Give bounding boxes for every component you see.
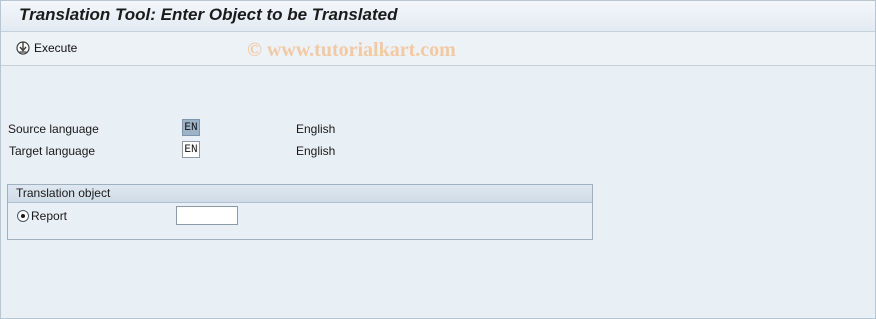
report-label: Report [31, 209, 68, 223]
title-bar: Translation Tool: Enter Object to be Tra… [1, 1, 875, 32]
page-title: Translation Tool: Enter Object to be Tra… [19, 5, 398, 24]
app-window: Translation Tool: Enter Object to be Tra… [0, 0, 876, 319]
target-language-name: English [296, 144, 336, 158]
source-language-label: Source language [8, 122, 99, 136]
source-language-name: English [296, 122, 336, 136]
translation-object-title: Translation object [16, 186, 111, 200]
translation-object-header: Translation object [8, 185, 592, 203]
execute-icon [15, 40, 31, 56]
report-input[interactable] [176, 206, 238, 225]
main-content: Source language EN English Target langua… [1, 66, 875, 318]
watermark: © www.tutorialkart.com [247, 39, 456, 61]
application-toolbar: Execute © www.tutorialkart.com [1, 32, 875, 66]
translation-object-group: Translation object Report [7, 184, 593, 240]
report-radio[interactable] [17, 210, 29, 222]
source-language-field[interactable]: EN [182, 119, 200, 136]
execute-label: Execute [34, 41, 78, 55]
target-language-field[interactable]: EN [182, 141, 200, 158]
target-language-label: Target language [9, 144, 96, 158]
execute-button[interactable]: Execute [15, 39, 77, 57]
radio-selected-dot [21, 214, 25, 218]
